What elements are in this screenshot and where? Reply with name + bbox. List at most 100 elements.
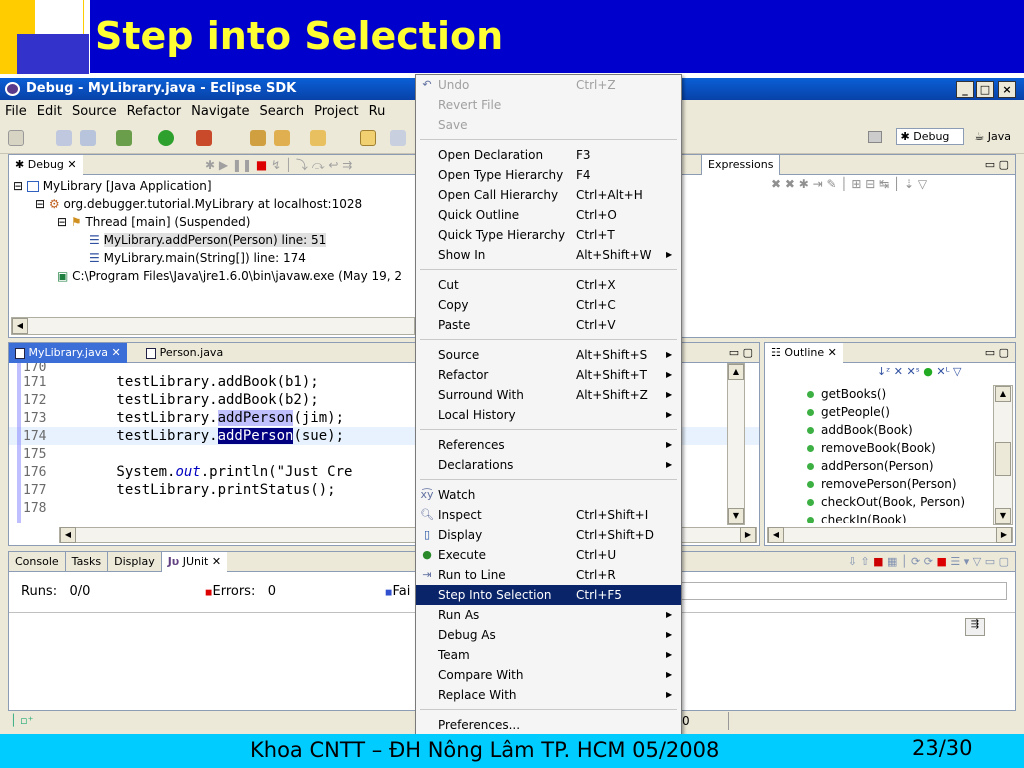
scroll-down-icon[interactable]: ▼: [728, 508, 744, 524]
menu-file[interactable]: File: [5, 104, 27, 119]
menu-item-quick-type-hierarchy[interactable]: Quick Type Hierarchy Ctrl+T: [416, 225, 681, 245]
edit-icon[interactable]: [360, 130, 376, 146]
scroll-left-icon[interactable]: ◀: [60, 527, 76, 543]
run-icon[interactable]: [158, 130, 174, 146]
menu-item-inspect[interactable]: 🔍︎ Inspect Ctrl+Shift+I: [416, 505, 681, 525]
outline-toolbar-icons[interactable]: ↓ᶻ ✕ ✕ˢ ● ✕ᴸ ▽: [877, 365, 961, 378]
close-button[interactable]: ×: [998, 81, 1016, 98]
menu-item-copy[interactable]: Copy Ctrl+C: [416, 295, 681, 315]
tree-item-application[interactable]: ⊟ MyLibrary [Java Application]: [13, 177, 402, 195]
editor-vscrollbar[interactable]: ▲ ▼: [727, 363, 745, 525]
outline-item[interactable]: checkOut(Book, Person): [765, 493, 995, 511]
tab-tasks[interactable]: Tasks: [66, 552, 109, 572]
tab-console[interactable]: Console: [9, 552, 66, 572]
menu-item-preferences[interactable]: Preferences...: [416, 715, 681, 735]
print-icon[interactable]: [80, 130, 96, 146]
menu-item-display[interactable]: ▯ Display Ctrl+Shift+D: [416, 525, 681, 545]
menu-item-open-call-hierarchy[interactable]: Open Call Hierarchy Ctrl+Alt+H: [416, 185, 681, 205]
search-icon[interactable]: [274, 130, 290, 146]
outline-item[interactable]: checkIn(Book): [765, 511, 995, 523]
menu-source[interactable]: Source: [72, 104, 117, 119]
menu-item-run-to-line[interactable]: ⇥ Run to Line Ctrl+R: [416, 565, 681, 585]
view-minmax-icon[interactable]: ▭ ▢: [985, 155, 1009, 175]
menu-search[interactable]: Search: [259, 104, 304, 119]
menu-item-save[interactable]: Save: [416, 115, 681, 135]
menu-item-declarations[interactable]: Declarations ▶: [416, 455, 681, 475]
scroll-up-icon[interactable]: ▲: [728, 364, 744, 380]
tab-debug[interactable]: ✱ Debug ✕: [9, 155, 83, 175]
tab-junit[interactable]: Jυ JUnit ✕: [161, 552, 228, 572]
expressions-toolbar-icons[interactable]: ✖ ✖ ✱ ⇥ ✎ │ ⊞ ⊟ ↹ │ ⇣ ▽: [771, 177, 927, 191]
tree-item-frame-addperson[interactable]: ☰ MyLibrary.addPerson(Person) line: 51: [13, 231, 402, 249]
scroll-thumb[interactable]: [995, 442, 1011, 476]
tree-item-target[interactable]: ⊟ ⚙ org.debugger.tutorial.MyLibrary at l…: [13, 195, 402, 213]
menu-item-step-into-selection[interactable]: Step Into Selection Ctrl+F5: [416, 585, 681, 605]
menu-edit[interactable]: Edit: [37, 104, 62, 119]
menu-item-local-history[interactable]: Local History ▶: [416, 405, 681, 425]
menu-item-replace-with[interactable]: Replace With ▶: [416, 685, 681, 705]
view-minmax-icon[interactable]: ▭ ▢: [729, 343, 753, 363]
menu-refactor[interactable]: Refactor: [127, 104, 182, 119]
outline-item[interactable]: addBook(Book): [765, 421, 995, 439]
menu-item-undo[interactable]: ↶ Undo Ctrl+Z: [416, 75, 681, 95]
tab-person-java[interactable]: Person.java: [140, 343, 229, 363]
open-type-icon[interactable]: [250, 130, 266, 146]
tree-item-frame-main[interactable]: ☰ MyLibrary.main(String[]) line: 174: [13, 249, 402, 267]
outline-vscrollbar[interactable]: ▲ ▼: [993, 385, 1013, 525]
scroll-left-icon[interactable]: ◀: [768, 527, 784, 543]
debug-icon[interactable]: [116, 130, 132, 146]
menu-item-execute[interactable]: ● Execute Ctrl+U: [416, 545, 681, 565]
outline-item[interactable]: removeBook(Book): [765, 439, 995, 457]
menu-item-quick-outline[interactable]: Quick Outline Ctrl+O: [416, 205, 681, 225]
scroll-right-icon[interactable]: ▶: [996, 527, 1012, 543]
menu-item-open-type-hierarchy[interactable]: Open Type Hierarchy F4: [416, 165, 681, 185]
scroll-right-icon[interactable]: ▶: [740, 527, 756, 543]
maximize-button[interactable]: □: [976, 81, 994, 98]
scroll-left-icon[interactable]: ◀: [12, 318, 28, 334]
external-tools-icon[interactable]: [196, 130, 212, 146]
menu-item-paste[interactable]: Paste Ctrl+V: [416, 315, 681, 335]
status-bar-icon[interactable]: │ ▫⁺: [10, 714, 33, 727]
outline-hscrollbar[interactable]: ◀ ▶: [767, 527, 1013, 543]
new-icon[interactable]: [8, 130, 24, 146]
menu-item-team[interactable]: Team ▶: [416, 645, 681, 665]
menu-item-watch[interactable]: x͡y Watch: [416, 485, 681, 505]
folder-icon[interactable]: [310, 130, 326, 146]
menu-item-surround-with[interactable]: Surround With Alt+Shift+Z ▶: [416, 385, 681, 405]
outline-item[interactable]: getPeople(): [765, 403, 995, 421]
tab-mylibrary-java[interactable]: MyLibrary.java ✕: [9, 343, 127, 363]
menu-item-debug-as[interactable]: Debug As ▶: [416, 625, 681, 645]
junit-toolbar-icons[interactable]: ⇩ ⇧ ■ ▦ │ ⟳ ⟳ ■ ☰ ▾ ▽ ▭ ▢: [848, 552, 1009, 572]
tab-display[interactable]: Display: [108, 552, 162, 572]
history-icon[interactable]: ⇶: [965, 618, 985, 636]
tab-expressions[interactable]: Expressions: [701, 155, 781, 175]
menu-item-refactor[interactable]: Refactor Alt+Shift+T ▶: [416, 365, 681, 385]
menu-item-compare-with[interactable]: Compare With ▶: [416, 665, 681, 685]
outline-item[interactable]: getBooks(): [765, 385, 995, 403]
tree-item-process[interactable]: ▣ C:\Program Files\Java\jre1.6.0\bin\jav…: [13, 267, 402, 285]
menu-item-source[interactable]: Source Alt+Shift+S ▶: [416, 345, 681, 365]
view-minmax-icon[interactable]: ▭ ▢: [985, 343, 1009, 363]
toggle-icon[interactable]: [390, 130, 406, 146]
save-icon[interactable]: [56, 130, 72, 146]
debug-toolbar-icons[interactable]: ✱ ▶ ❚❚ ■ ↯ │ ⤵ ⤼ ↩ ⇉: [205, 155, 352, 175]
perspective-debug[interactable]: ✱ Debug: [895, 128, 965, 145]
scroll-down-icon[interactable]: ▼: [995, 508, 1011, 524]
debug-hscrollbar[interactable]: ◀: [11, 317, 415, 335]
perspective-java[interactable]: ☕ Java: [974, 130, 1021, 143]
menu-run[interactable]: Ru: [369, 104, 386, 119]
tab-outline[interactable]: ☷ Outline ✕: [765, 343, 843, 363]
outline-item[interactable]: addPerson(Person): [765, 457, 995, 475]
scroll-up-icon[interactable]: ▲: [995, 386, 1011, 402]
menu-project[interactable]: Project: [314, 104, 358, 119]
outline-item[interactable]: removePerson(Person): [765, 475, 995, 493]
menu-item-show-in[interactable]: Show In Alt+Shift+W ▶: [416, 245, 681, 265]
menu-item-open-declaration[interactable]: Open Declaration F3: [416, 145, 681, 165]
menu-item-cut[interactable]: Cut Ctrl+X: [416, 275, 681, 295]
open-perspective-icon[interactable]: [868, 131, 882, 143]
menu-item-references[interactable]: References ▶: [416, 435, 681, 455]
minimize-button[interactable]: _: [956, 81, 974, 98]
menu-item-revert-file[interactable]: Revert File: [416, 95, 681, 115]
menu-item-run-as[interactable]: Run As ▶: [416, 605, 681, 625]
tree-item-thread[interactable]: ⊟ ⚑ Thread [main] (Suspended): [13, 213, 402, 231]
